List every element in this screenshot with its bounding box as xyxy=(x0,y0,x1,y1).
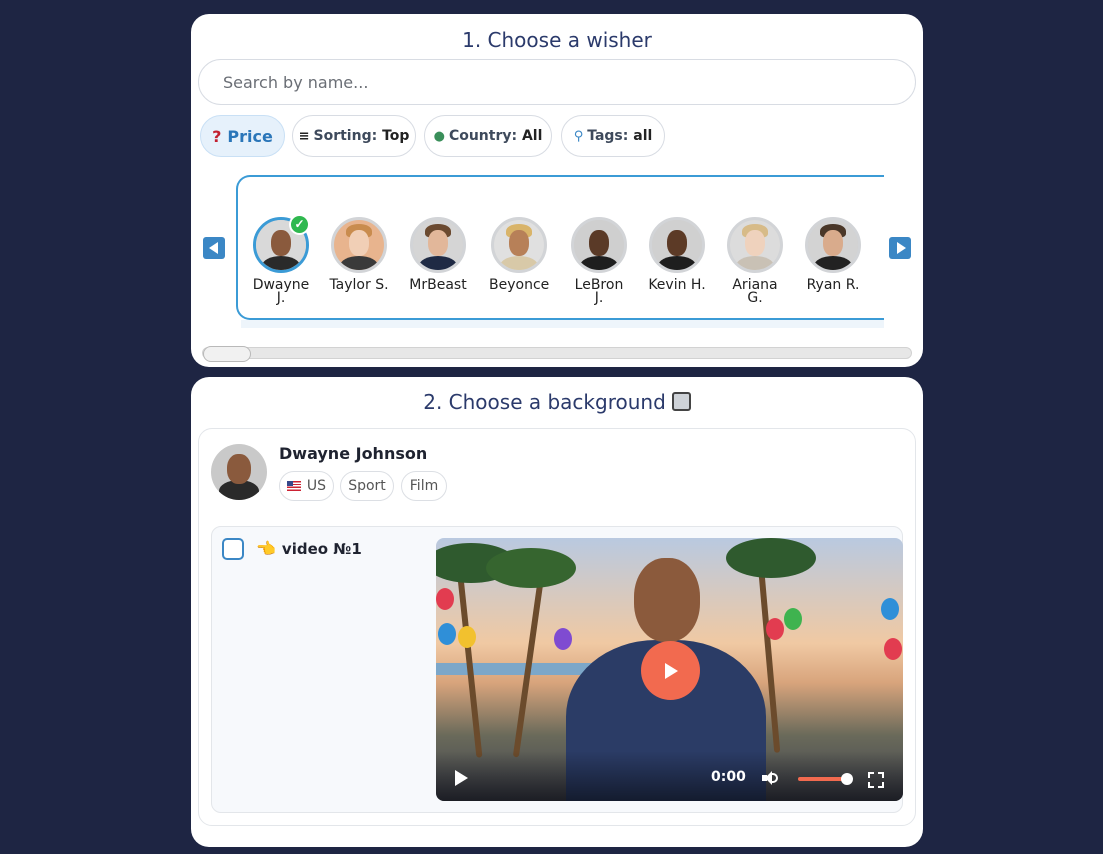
video-label: 👈 video №1 xyxy=(256,539,362,558)
tags-filter-value: all xyxy=(633,128,653,144)
tags-filter-key: Tags: xyxy=(587,128,629,144)
wisher-item-dwayne[interactable]: ✓ Dwayne J. xyxy=(251,214,311,306)
tag-label: Sport xyxy=(348,478,386,494)
wisher-name: Ariana G. xyxy=(732,277,778,306)
tags-filter-button[interactable]: ⚲ Tags: all xyxy=(561,115,665,157)
video-option-card: 👈 video №1 0:00 xyxy=(211,526,903,813)
volume-slider-knob[interactable] xyxy=(841,773,853,785)
country-filter-button[interactable]: ● Country: All xyxy=(424,115,552,157)
wisher-item-mrbeast[interactable]: MrBeast xyxy=(408,217,468,292)
sorting-filter-key: Sorting: xyxy=(313,128,378,144)
volume-icon[interactable] xyxy=(762,771,778,785)
avatar xyxy=(649,217,705,273)
video-time: 0:00 xyxy=(711,769,746,785)
wisher-name: Ryan R. xyxy=(806,277,860,293)
tag-label: Film xyxy=(409,478,439,494)
choose-background-card: 2. Choose a background Dwayne Johnson US… xyxy=(191,377,923,847)
sorting-filter-value: Top xyxy=(382,128,410,144)
avatar xyxy=(410,217,466,273)
tag-sport[interactable]: Sport xyxy=(340,471,394,501)
video-title: video №1 xyxy=(281,540,362,558)
choose-background-label: 2. Choose a background xyxy=(423,390,666,414)
wisher-name: Dwayne J. xyxy=(252,277,310,306)
play-overlay-button[interactable] xyxy=(641,641,700,700)
wisher-name: Beyonce xyxy=(489,277,550,293)
us-flag-icon xyxy=(286,481,301,491)
avatar xyxy=(331,217,387,273)
wisher-carousel: ✓ Dwayne J. Taylor S. MrBeast Beyonce Le… xyxy=(236,175,884,320)
scrollbar-thumb[interactable] xyxy=(203,346,251,362)
wisher-name: LeBron J. xyxy=(574,277,624,306)
country-filter-key: Country: xyxy=(448,128,518,144)
avatar xyxy=(211,444,267,500)
wisher-item-ariana[interactable]: Ariana G. xyxy=(725,217,785,305)
wisher-item-lebron[interactable]: LeBron J. xyxy=(569,217,629,305)
wisher-item-ryan[interactable]: Ryan R. xyxy=(803,217,863,292)
tag-country[interactable]: US xyxy=(279,471,334,501)
carousel-footer xyxy=(241,320,884,328)
tag-label: US xyxy=(306,478,327,494)
selected-check-icon: ✓ xyxy=(289,214,310,235)
pointing-hand-icon: 👈 xyxy=(256,539,276,558)
sorting-filter-button[interactable]: ≡ Sorting: Top xyxy=(292,115,416,157)
wisher-name: Kevin H. xyxy=(648,277,706,293)
wisher-name: MrBeast xyxy=(409,277,467,293)
profile-name: Dwayne Johnson xyxy=(279,444,428,463)
search-input[interactable] xyxy=(198,59,916,105)
avatar xyxy=(491,217,547,273)
price-filter-button[interactable]: ? Price xyxy=(200,115,285,157)
choose-wisher-card: 1. Choose a wisher ? Price ≡ Sorting: To… xyxy=(191,14,923,367)
price-filter-label: Price xyxy=(227,126,273,146)
wisher-item-beyonce[interactable]: Beyonce xyxy=(489,217,549,292)
profile-panel: Dwayne Johnson US Sport Film 👈 video №1 xyxy=(198,428,916,826)
avatar xyxy=(571,217,627,273)
hamburger-icon: ≡ xyxy=(298,128,310,144)
fullscreen-icon[interactable] xyxy=(868,772,884,788)
wisher-item-taylor[interactable]: Taylor S. xyxy=(329,217,389,292)
avatar xyxy=(805,217,861,273)
carousel-next-button[interactable] xyxy=(889,237,911,259)
video-select-checkbox[interactable] xyxy=(222,538,244,560)
carousel-prev-button[interactable] xyxy=(203,237,225,259)
video-player[interactable]: 0:00 xyxy=(436,538,903,801)
question-icon: ? xyxy=(212,126,222,146)
wisher-item-kevin[interactable]: Kevin H. xyxy=(647,217,707,292)
choose-wisher-title: 1. Choose a wisher xyxy=(462,28,652,52)
wisher-name: Taylor S. xyxy=(329,277,389,293)
tag-film[interactable]: Film xyxy=(401,471,447,501)
video-controls: 0:00 xyxy=(436,751,903,801)
choose-background-title: 2. Choose a background xyxy=(191,390,923,414)
checkbox-square-icon xyxy=(671,392,691,411)
play-icon[interactable] xyxy=(455,770,468,786)
avatar xyxy=(727,217,783,273)
carousel-scrollbar[interactable] xyxy=(202,346,912,362)
globe-icon: ● xyxy=(433,128,445,144)
magnifier-icon: ⚲ xyxy=(573,128,584,144)
country-filter-value: All xyxy=(521,128,543,144)
